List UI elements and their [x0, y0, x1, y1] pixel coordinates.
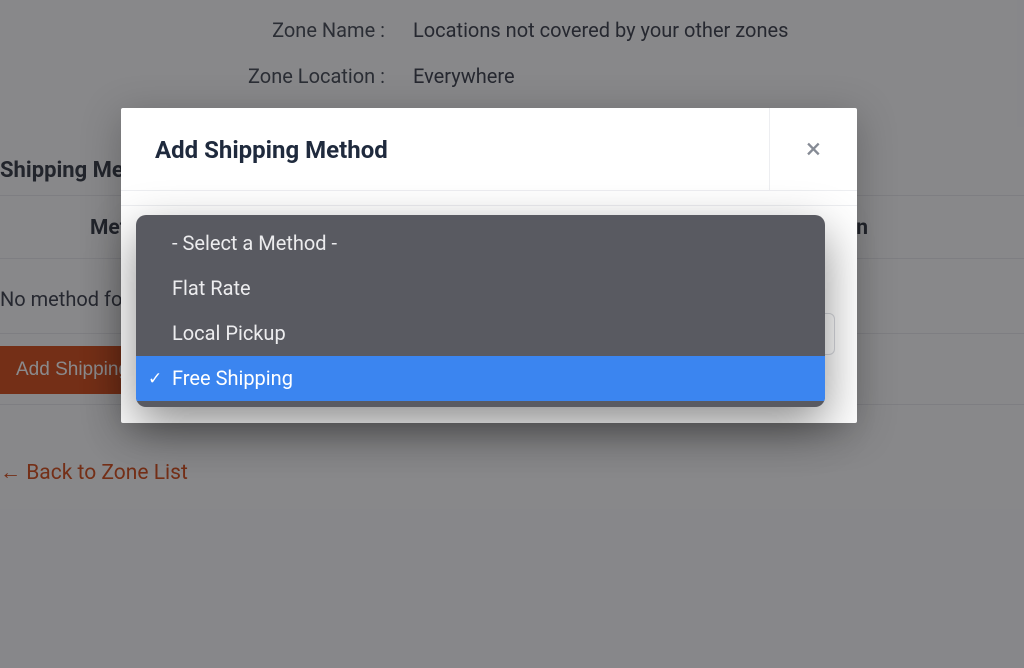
dropdown-option-flat-rate[interactable]: Flat Rate	[136, 266, 825, 311]
modal-title: Add Shipping Method	[121, 108, 422, 190]
dropdown-option-local-pickup[interactable]: Local Pickup	[136, 311, 825, 356]
dropdown-option-label: - Select a Method -	[172, 231, 337, 255]
dropdown-option-label: Flat Rate	[172, 276, 251, 300]
modal-close-button[interactable]: ×	[769, 108, 857, 190]
dropdown-option-free-shipping[interactable]: ✓ Free Shipping	[136, 356, 825, 401]
modal-divider	[121, 205, 857, 206]
dropdown-option-placeholder[interactable]: - Select a Method -	[136, 221, 825, 266]
modal-body: - Select a Method - Flat Rate Local Pick…	[121, 191, 857, 335]
dropdown-option-label: Free Shipping	[172, 366, 293, 390]
add-shipping-method-modal: Add Shipping Method × - Select a Method …	[121, 108, 857, 423]
modal-header: Add Shipping Method ×	[121, 108, 857, 191]
dropdown-option-label: Local Pickup	[172, 321, 286, 345]
method-dropdown-list: - Select a Method - Flat Rate Local Pick…	[136, 215, 825, 407]
close-icon: ×	[806, 135, 821, 163]
checkmark-icon: ✓	[148, 364, 162, 392]
